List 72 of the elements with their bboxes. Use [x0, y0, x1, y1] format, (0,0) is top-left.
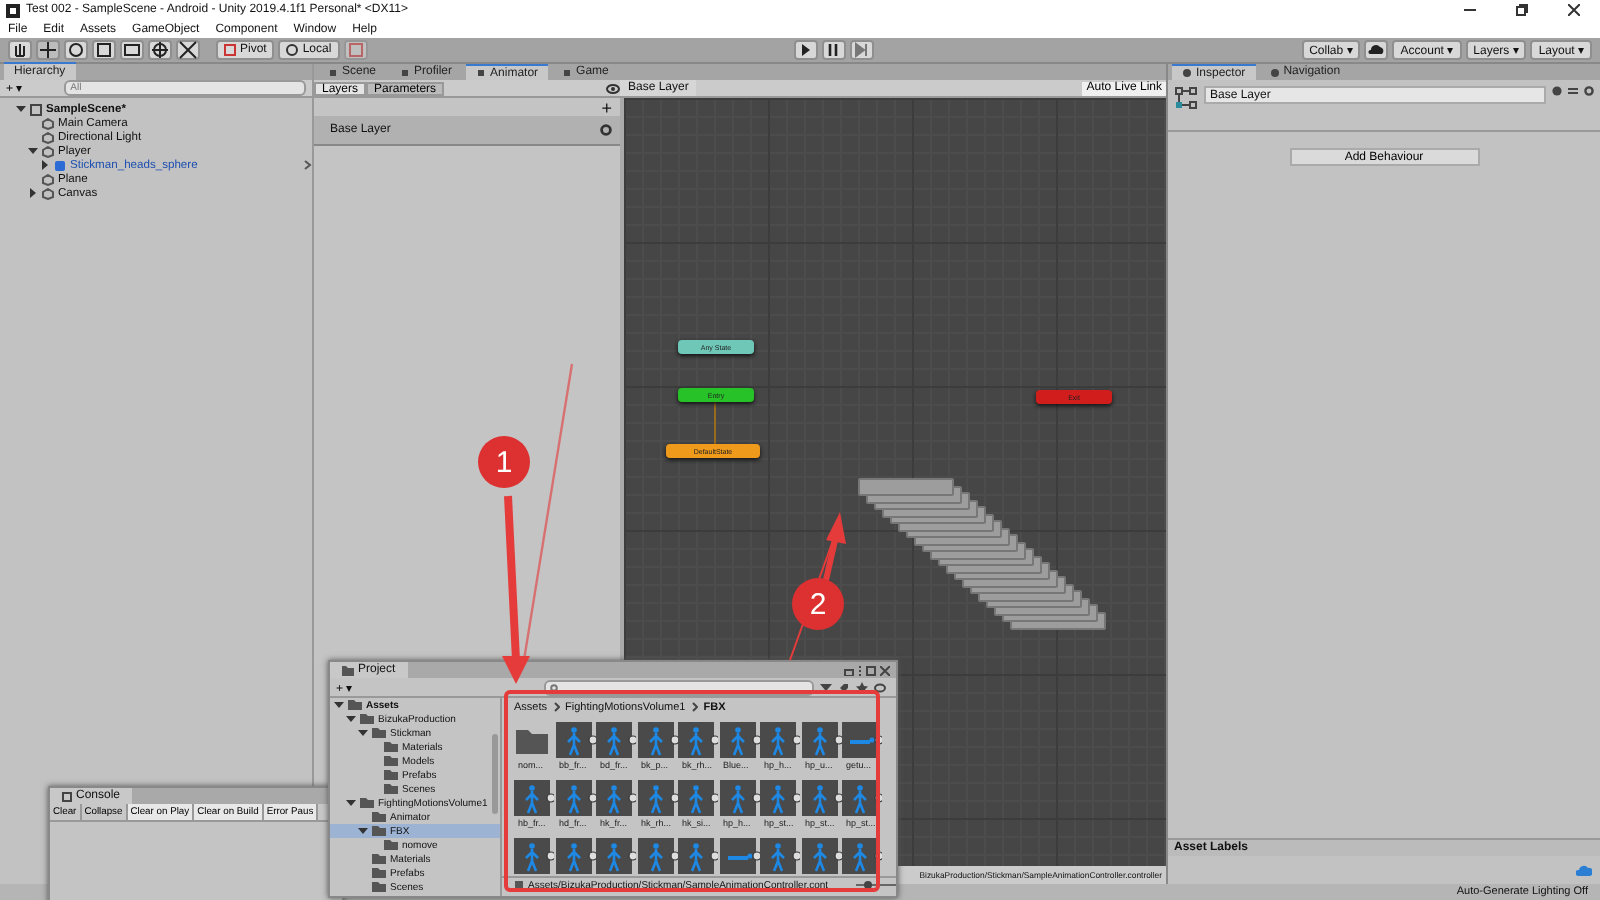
model-lying-figure-icon[interactable] [719, 838, 759, 874]
scale-tool-icon[interactable] [94, 40, 114, 60]
model-figure-icon[interactable] [678, 838, 718, 874]
star-icon[interactable] [856, 681, 868, 693]
model-figure-icon[interactable] [637, 838, 677, 874]
model-figure-icon[interactable] [596, 780, 636, 816]
model-figure-icon[interactable] [842, 780, 882, 816]
model-figure-icon[interactable] [678, 722, 718, 758]
tab-icon [476, 68, 487, 78]
collapsed-arrow-icon[interactable] [40, 160, 50, 170]
state-stack-drawing[interactable] [858, 478, 1106, 630]
model-figure-icon[interactable] [801, 838, 841, 874]
layer-graph-icon [1174, 86, 1198, 110]
transform-tool-icon[interactable] [150, 40, 170, 60]
model-figure-icon[interactable] [801, 780, 841, 816]
collapsed-arrow-icon[interactable] [28, 188, 38, 198]
expanded-arrow-icon[interactable] [346, 798, 356, 808]
step-icon[interactable] [852, 40, 873, 60]
chevron-right-icon[interactable] [304, 160, 312, 170]
expanded-arrow-icon[interactable] [358, 826, 368, 836]
tools-icon[interactable] [178, 40, 198, 60]
tab-icon [1269, 67, 1280, 77]
gear-icon[interactable] [1584, 86, 1594, 96]
model-figure-icon[interactable] [842, 838, 882, 874]
chevron-right-icon [691, 702, 698, 712]
model-figure-icon[interactable] [637, 722, 677, 758]
model-figure-icon[interactable] [514, 780, 554, 816]
eye-icon[interactable] [606, 83, 620, 93]
model-figure-icon[interactable] [678, 780, 718, 816]
model-figure-icon[interactable] [801, 722, 841, 758]
model-figure-icon[interactable] [555, 780, 595, 816]
rotate-tool-icon[interactable] [66, 40, 86, 60]
gear-icon[interactable] [600, 124, 612, 136]
expanded-arrow-icon[interactable] [334, 700, 344, 710]
model-figure-icon[interactable] [719, 780, 759, 816]
minimize-icon[interactable] [1464, 4, 1476, 16]
tab-icon [1182, 68, 1192, 78]
restore-icon[interactable] [1516, 4, 1528, 16]
cube-icon [54, 159, 66, 171]
tab-icon [400, 67, 411, 77]
model-figure-icon[interactable] [760, 722, 800, 758]
model-figure-icon[interactable] [514, 838, 554, 874]
rect-tool-icon[interactable] [122, 40, 142, 60]
model-lying-figure-icon[interactable] [842, 722, 882, 758]
model-figure-icon[interactable] [760, 838, 800, 874]
chevron-right-icon [553, 702, 560, 712]
folder-icon [342, 665, 354, 675]
project-dialog[interactable] [328, 660, 898, 898]
hand-tool-icon[interactable] [10, 40, 30, 60]
expanded-arrow-icon[interactable] [28, 146, 38, 156]
search-icon [550, 683, 559, 691]
tab-icon [562, 67, 573, 77]
lock-icon[interactable] [844, 665, 854, 675]
transition-line[interactable] [714, 402, 716, 444]
move-tool-icon[interactable] [38, 40, 58, 60]
add-layer-button[interactable]: + [601, 97, 612, 117]
model-figure-icon[interactable] [596, 722, 636, 758]
size-slider-icon[interactable] [856, 880, 896, 890]
close-icon[interactable] [1568, 4, 1580, 16]
expanded-arrow-icon[interactable] [358, 728, 368, 738]
model-figure-icon[interactable] [596, 838, 636, 874]
expanded-arrow-icon[interactable] [346, 714, 356, 724]
model-figure-icon[interactable] [719, 722, 759, 758]
tab-icon [328, 67, 338, 77]
maximize-icon[interactable] [866, 665, 876, 675]
model-figure-icon[interactable] [637, 780, 677, 816]
console-icon [62, 791, 72, 801]
model-figure-icon[interactable] [555, 722, 595, 758]
model-figure-icon[interactable] [555, 838, 595, 874]
cloud-icon[interactable] [1368, 44, 1385, 56]
expanded-arrow-icon[interactable] [16, 104, 26, 114]
model-figure-icon[interactable] [760, 780, 800, 816]
